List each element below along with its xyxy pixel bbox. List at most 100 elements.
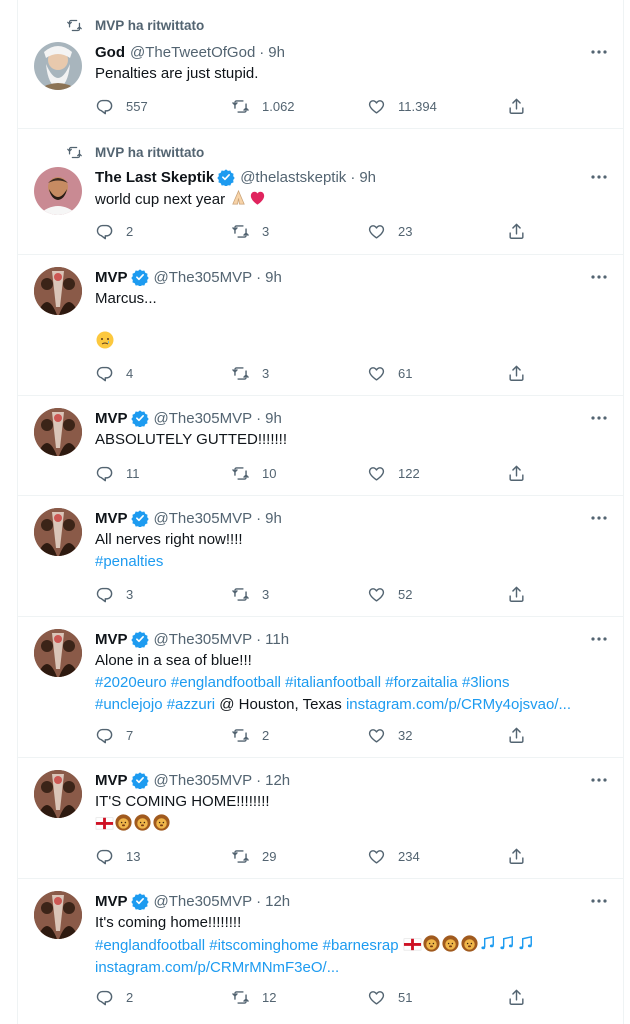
heart-icon: [367, 726, 386, 745]
like-button[interactable]: 32: [367, 726, 412, 745]
reply-button[interactable]: 2: [95, 222, 133, 241]
reply-button[interactable]: 3: [95, 585, 133, 604]
avatar[interactable]: [34, 891, 82, 939]
author-handle[interactable]: @thelastskeptik: [240, 169, 346, 186]
like-button[interactable]: 23: [367, 222, 412, 241]
share-button[interactable]: [507, 726, 538, 745]
avatar[interactable]: [34, 770, 82, 818]
reply-button[interactable]: 11: [95, 464, 140, 483]
author-handle[interactable]: @The305MVP: [154, 893, 253, 910]
retweet-button[interactable]: 1.062: [231, 97, 295, 116]
author-handle[interactable]: @The305MVP: [154, 269, 253, 286]
reply-button[interactable]: 4: [95, 364, 133, 383]
reply-button[interactable]: 2: [95, 988, 133, 1007]
timestamp[interactable]: 12h: [265, 893, 290, 910]
retweet-count: 12: [262, 990, 277, 1005]
retweet-button[interactable]: 3: [231, 585, 269, 604]
like-button[interactable]: 61: [367, 364, 412, 383]
share-button[interactable]: [507, 222, 538, 241]
tweet-card[interactable]: MVP @The305MVP · 12h IT'S COMING HOME!!!…: [18, 758, 623, 879]
reply-button[interactable]: 13: [95, 847, 140, 866]
retweet-button[interactable]: 29: [231, 847, 276, 866]
verified-badge-icon: [217, 168, 235, 186]
reply-button[interactable]: 7: [95, 726, 133, 745]
timestamp[interactable]: 9h: [265, 269, 282, 286]
tweet-text: world cup next year: [95, 188, 609, 210]
hashtag-link[interactable]: #unclejojo #azzuri: [95, 696, 215, 713]
share-button[interactable]: [507, 988, 538, 1007]
timestamp[interactable]: 9h: [265, 410, 282, 427]
verified-badge-icon: [131, 892, 149, 910]
author-name[interactable]: MVP: [95, 269, 128, 286]
more-options-icon[interactable]: [589, 408, 609, 428]
instagram-link[interactable]: instagram.com/p/CRMrMNmF3eO/...: [95, 959, 339, 976]
timestamp[interactable]: 11h: [265, 631, 289, 648]
tweet-card[interactable]: MVP ha ritwittato God @TheTweetOfGod · 9…: [18, 0, 623, 129]
tweet-card[interactable]: MVP @The305MVP · 12h It's coming home!!!…: [18, 879, 623, 1024]
tweet-card[interactable]: MVP ha ritwittato The Last Skeptik @thel…: [18, 129, 623, 255]
retweet-icon: [231, 364, 250, 383]
author-name[interactable]: The Last Skeptik: [95, 169, 214, 186]
timestamp[interactable]: 9h: [265, 510, 282, 527]
hashtag-link[interactable]: #2020euro #englandfootball #italianfootb…: [95, 674, 509, 691]
avatar[interactable]: [34, 508, 82, 556]
hashtag-link[interactable]: #englandfootball #itscominghome #barnesr…: [95, 937, 399, 954]
instagram-link[interactable]: instagram.com/p/CRMy4ojsvao/...: [346, 696, 571, 713]
author-handle[interactable]: @TheTweetOfGod: [130, 44, 255, 61]
author-handle[interactable]: @The305MVP: [154, 410, 253, 427]
author-name[interactable]: MVP: [95, 893, 128, 910]
like-button[interactable]: 51: [367, 988, 412, 1007]
like-button[interactable]: 122: [367, 464, 420, 483]
more-options-icon[interactable]: [589, 42, 609, 62]
more-options-icon[interactable]: [589, 770, 609, 790]
retweet-indicator: MVP ha ritwittato: [66, 143, 204, 161]
author-handle[interactable]: @The305MVP: [154, 510, 253, 527]
like-button[interactable]: 11.394: [367, 97, 437, 116]
retweet-count: 3: [262, 366, 270, 381]
retweet-button[interactable]: 3: [231, 364, 269, 383]
retweet-button[interactable]: 10: [231, 464, 276, 483]
share-button[interactable]: [507, 585, 538, 604]
hashtag-link[interactable]: #penalties: [95, 553, 163, 570]
avatar[interactable]: [34, 267, 82, 315]
more-options-icon[interactable]: [589, 629, 609, 649]
tweet-card[interactable]: MVP @The305MVP · 11h Alone in a sea of b…: [18, 617, 623, 758]
author-handle[interactable]: @The305MVP: [154, 631, 253, 648]
more-options-icon[interactable]: [589, 508, 609, 528]
avatar[interactable]: [34, 629, 82, 677]
like-button[interactable]: 234: [367, 847, 420, 866]
author-handle[interactable]: @The305MVP: [154, 772, 253, 789]
tweet-header: MVP @The305MVP · 12h: [95, 770, 609, 790]
tweet-card[interactable]: MVP @The305MVP · 9h ABSOLUTELY GUTTED!!!…: [18, 396, 623, 496]
timestamp[interactable]: 12h: [265, 772, 290, 789]
share-button[interactable]: [507, 464, 538, 483]
avatar[interactable]: [34, 408, 82, 456]
avatar[interactable]: [34, 42, 82, 90]
retweet-button[interactable]: 3: [231, 222, 269, 241]
tweet-card[interactable]: MVP @The305MVP · 9h All nerves right now…: [18, 496, 623, 617]
share-button[interactable]: [507, 97, 538, 116]
tweet-card[interactable]: MVP @The305MVP · 9h Marcus... 4 3 61: [18, 255, 623, 396]
lion-face-emoji: [460, 934, 479, 953]
share-button[interactable]: [507, 847, 538, 866]
author-name[interactable]: MVP: [95, 772, 128, 789]
more-options-icon[interactable]: [589, 891, 609, 911]
retweet-button[interactable]: 12: [231, 988, 276, 1007]
retweet-button[interactable]: 2: [231, 726, 269, 745]
author-name[interactable]: God: [95, 44, 125, 61]
like-button[interactable]: 52: [367, 585, 412, 604]
avatar[interactable]: [34, 167, 82, 215]
author-name[interactable]: MVP: [95, 410, 128, 427]
more-options-icon[interactable]: [589, 167, 609, 187]
reply-count: 11: [126, 466, 140, 481]
tweet-hashtags: #2020euro #englandfootball #italianfootb…: [95, 672, 609, 693]
share-button[interactable]: [507, 364, 538, 383]
tweet-header: MVP @The305MVP · 11h: [95, 629, 609, 649]
timestamp[interactable]: 9h: [268, 44, 285, 61]
more-options-icon[interactable]: [589, 267, 609, 287]
like-count: 61: [398, 366, 413, 381]
author-name[interactable]: MVP: [95, 510, 128, 527]
timestamp[interactable]: 9h: [359, 169, 376, 186]
author-name[interactable]: MVP: [95, 631, 128, 648]
reply-button[interactable]: 557: [95, 97, 148, 116]
